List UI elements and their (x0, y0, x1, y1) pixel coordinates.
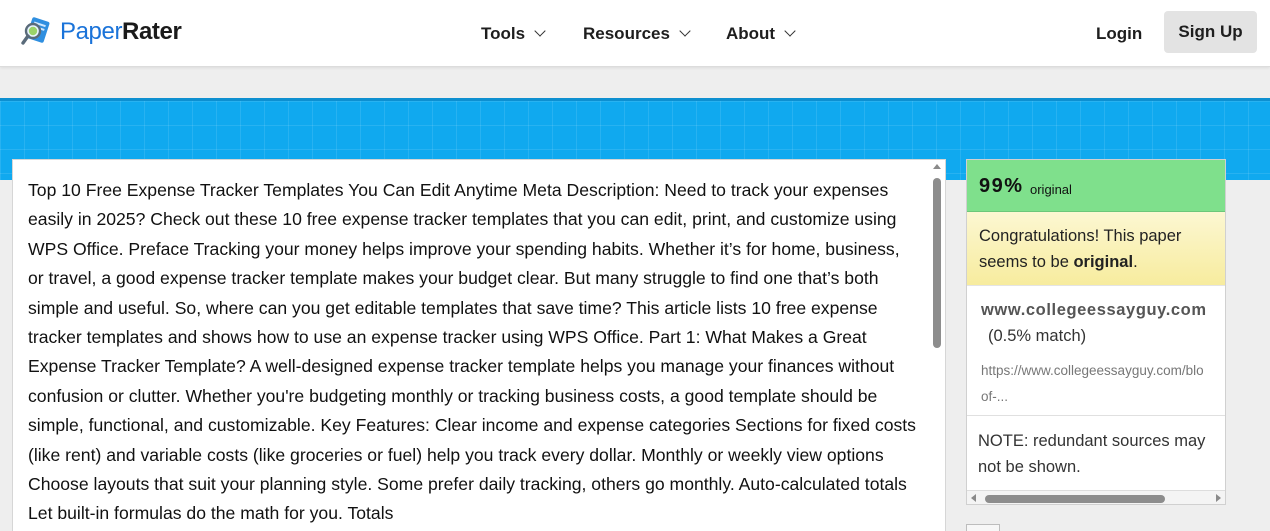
scroll-left-arrow-icon[interactable] (971, 494, 976, 502)
nav-resources[interactable]: Resources (583, 0, 691, 67)
chevron-down-icon (784, 25, 796, 37)
congrats-bold: original (1073, 253, 1134, 271)
nav-about-label: About (726, 23, 776, 43)
login-link[interactable]: Login (1096, 0, 1142, 67)
redundant-sources-note: NOTE: redundant sources may not be shown… (978, 432, 1206, 476)
source-url-line1: https://www.collegeessayguy.com/blo (981, 363, 1204, 378)
originality-results-panel: 99% original Congratulations! This paper… (966, 159, 1226, 505)
scroll-up-arrow-icon[interactable] (933, 164, 941, 169)
chevron-down-icon (679, 25, 691, 37)
scrollbar-thumb[interactable] (985, 495, 1165, 503)
logo-text: PaperRater (60, 18, 182, 45)
nav-tools[interactable]: Tools (481, 0, 546, 67)
source-url[interactable]: https://www.collegeessayguy.com/blo of-.… (981, 358, 1225, 410)
nav-about[interactable]: About (726, 0, 796, 67)
results-horizontal-scrollbar[interactable] (967, 490, 1225, 504)
source-url-line2: of-... (981, 389, 1009, 404)
source-domain: www.collegeessayguy.com (981, 301, 1207, 319)
document-text-area[interactable]: Top 10 Free Expense Tracker Templates Yo… (12, 159, 946, 531)
signup-button[interactable]: Sign Up (1164, 11, 1257, 53)
magnifier-paper-icon (21, 17, 50, 45)
congratulations-message: Congratulations! This paper seems to be … (967, 212, 1225, 286)
site-header: PaperRater Tools Resources About Login S… (0, 0, 1270, 67)
partial-widget (966, 524, 1000, 531)
scrollbar-thumb[interactable] (933, 178, 941, 348)
paperrater-logo[interactable]: PaperRater (20, 15, 182, 49)
document-scrollbar[interactable] (929, 160, 945, 531)
source-match-percent: (0.5% match) (988, 327, 1087, 345)
congrats-suffix: . (1133, 253, 1138, 271)
score-label: original (1030, 182, 1072, 197)
nav-tools-label: Tools (481, 23, 526, 43)
nav-resources-label: Resources (583, 23, 670, 43)
chevron-down-icon (534, 25, 546, 37)
document-text: Top 10 Free Expense Tracker Templates Yo… (28, 180, 916, 524)
score-value: 99% (979, 175, 1024, 197)
originality-score: 99% original (967, 160, 1225, 212)
scroll-right-arrow-icon[interactable] (1216, 494, 1221, 502)
source-match-item[interactable]: www.collegeessayguy.com (0.5% match) htt… (967, 286, 1225, 416)
